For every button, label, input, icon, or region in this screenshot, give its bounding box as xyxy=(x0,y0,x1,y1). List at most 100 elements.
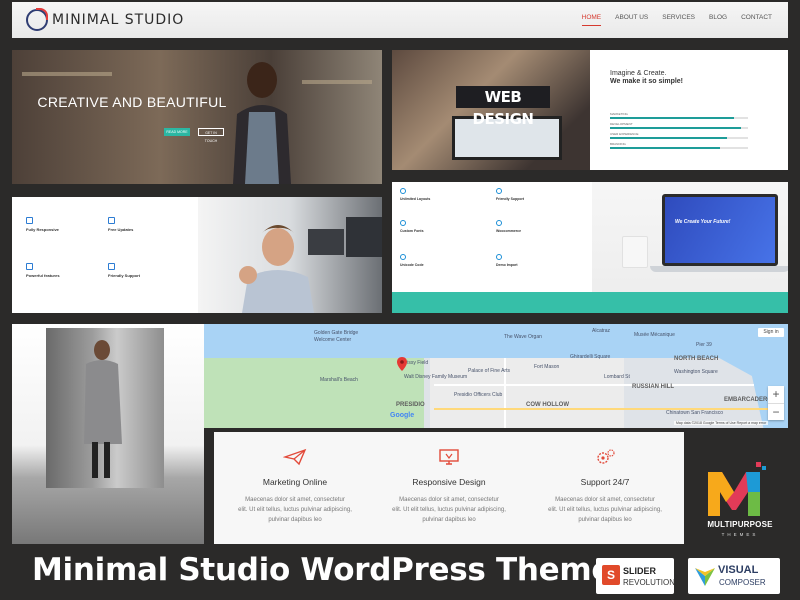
feature-title: Friendly Support xyxy=(496,197,524,201)
laptop-base xyxy=(650,266,788,272)
feature-title: Powerful features xyxy=(26,273,60,278)
skill-label: USER EXPERIENCE xyxy=(610,132,639,136)
map-label: EMBARCADERO xyxy=(724,397,772,403)
logo-mark-icon xyxy=(26,8,48,31)
laptop-screen: We Create Your Future! xyxy=(662,194,778,266)
barista-photo xyxy=(233,62,291,184)
google-map[interactable]: Golden Gate Bridge Welcome Center Marsha… xyxy=(204,324,788,428)
nav-about-us[interactable]: ABOUT US xyxy=(615,12,648,26)
man-ok-photo xyxy=(198,197,382,313)
skill-marketing: MARKETING xyxy=(610,112,748,119)
paper-plane-icon xyxy=(282,448,307,466)
site-header: MINIMAL STUDIO HOME ABOUT US SERVICES BL… xyxy=(12,2,788,38)
read-more-button[interactable]: READ MORE xyxy=(164,128,190,136)
badge-title: MULTIPURPOSE xyxy=(707,520,773,529)
feature-item: Friendly Support xyxy=(108,263,188,278)
google-logo: Google xyxy=(390,412,415,419)
feature-item: Unlimited Layouts xyxy=(400,188,486,201)
gears-icon xyxy=(597,449,615,464)
service-support: Support 24/7 Maecenas dolor sit amet, co… xyxy=(530,448,680,525)
skill-fill xyxy=(610,117,735,119)
feature-item: Custom Fonts xyxy=(400,220,486,233)
laptop-screen-text: We Create Your Future! xyxy=(675,219,731,225)
map-attribution[interactable]: Map data ©2018 Google Terms of Use Repor… xyxy=(674,421,769,425)
support-icon xyxy=(496,188,502,194)
map-label: The Wave Organ xyxy=(504,334,542,340)
slider-badge-line2: REVOLUTION xyxy=(623,578,676,587)
site-logo[interactable]: MINIMAL STUDIO xyxy=(26,8,184,32)
gear-icon xyxy=(26,263,33,270)
map-label: Presidio Officers Club xyxy=(454,392,503,398)
map-label: Walt Disney Family Museum xyxy=(404,374,468,380)
feature-title: Woocommerce xyxy=(496,229,522,233)
map-signin-button[interactable]: Sign in xyxy=(758,328,784,337)
service-text: Maecenas dolor sit amet, consectetur elit… xyxy=(238,497,352,523)
get-in-touch-button[interactable]: GET IN TOUCH xyxy=(198,128,224,143)
nav-services[interactable]: SERVICES xyxy=(662,12,695,26)
feature-item: Friendly Support xyxy=(496,188,582,201)
skill-branding: BRANDING xyxy=(610,142,748,149)
map-highway xyxy=(434,408,774,410)
vc-badge-line1: VISUAL xyxy=(718,564,759,576)
map-label: Musée Mécanique xyxy=(634,332,675,338)
teal-stripe xyxy=(392,292,788,313)
main-nav: HOME ABOUT US SERVICES BLOG CONTACT xyxy=(581,12,772,26)
map-label: Golden Gate Bridge xyxy=(314,330,359,336)
nav-blog[interactable]: BLOG xyxy=(709,12,727,26)
promo-title: Minimal Studio WordPress Themes xyxy=(32,552,631,588)
features-preview: Fully Responsive Free Updates Powerful f… xyxy=(12,197,382,313)
webdesign-heading: Imagine & Create. We make it so simple! xyxy=(610,70,770,86)
nav-contact[interactable]: CONTACT xyxy=(741,12,772,26)
monitor-icon xyxy=(439,449,459,465)
fashion-photo xyxy=(12,324,204,544)
service-title: Marketing Online xyxy=(262,477,328,487)
map-label: PRESIDIO xyxy=(396,402,425,408)
visual-composer-badge: VISUAL COMPOSER xyxy=(688,558,780,594)
map-label: RUSSIAN HILL xyxy=(632,384,674,390)
skill-label: BRANDING xyxy=(610,142,626,146)
feature-item: Powerful features xyxy=(26,263,106,278)
service-title: Support 24/7 xyxy=(580,477,630,487)
feature-title: Demo Import xyxy=(496,263,518,267)
laptop-preview: Unlimited Layouts Friendly Support Custo… xyxy=(392,182,788,313)
skill-fill xyxy=(610,137,728,139)
feature-item: Free Updates xyxy=(108,217,188,232)
feature-title: Custom Fonts xyxy=(400,229,424,233)
services-section: Marketing Online Maecenas dolor sit amet… xyxy=(214,432,684,544)
multipurpose-logo-icon xyxy=(708,462,766,516)
hero-preview: CREATIVE AND BEAUTIFUL READ MORE GET IN … xyxy=(12,50,382,184)
webdesign-preview: WEB DESIGN Imagine & Create. We make it … xyxy=(392,50,788,170)
map-label: Lombard St xyxy=(604,374,630,380)
hero-title: CREATIVE AND BEAUTIFUL xyxy=(37,94,227,110)
logo-text: MINIMAL STUDIO xyxy=(52,12,185,28)
map-label: Pier 39 xyxy=(696,342,712,348)
skill-user-experience: USER EXPERIENCE xyxy=(610,132,748,139)
nav-home[interactable]: HOME xyxy=(581,12,602,26)
feature-title: Fully Responsive xyxy=(26,227,59,232)
cart-icon xyxy=(496,220,502,226)
megaphone-icon xyxy=(108,217,115,224)
map-street xyxy=(434,384,754,386)
feature-title: Unlimited Layouts xyxy=(400,197,431,201)
layout-icon xyxy=(400,188,406,194)
slider-revolution-icon: S xyxy=(602,565,620,585)
map-label: NORTH BEACH xyxy=(674,356,719,362)
pencil-cup xyxy=(622,236,648,268)
feature-title: Friendly Support xyxy=(108,273,140,278)
download-icon xyxy=(496,254,502,260)
slider-badge-line1: SLIDER xyxy=(623,566,657,576)
zoom-in-button[interactable]: + xyxy=(768,386,784,403)
map-pin-icon[interactable] xyxy=(397,357,407,371)
visual-composer-icon xyxy=(695,568,715,586)
badge-subtitle: THEMES xyxy=(721,532,759,537)
phone-icon xyxy=(26,217,33,224)
web-design-sign: WEB DESIGN xyxy=(456,86,550,128)
skill-development: DEVELOPMENT xyxy=(610,122,748,129)
vc-badge-line2: COMPOSER xyxy=(719,578,766,587)
shelf-decoration xyxy=(302,80,372,84)
map-label: Marshall's Beach xyxy=(320,377,358,383)
service-responsive: Responsive Design Maecenas dolor sit ame… xyxy=(374,448,524,525)
skill-label: MARKETING xyxy=(610,112,628,116)
zoom-out-button[interactable]: − xyxy=(768,403,784,420)
feature-item: Woocommerce xyxy=(496,220,582,233)
